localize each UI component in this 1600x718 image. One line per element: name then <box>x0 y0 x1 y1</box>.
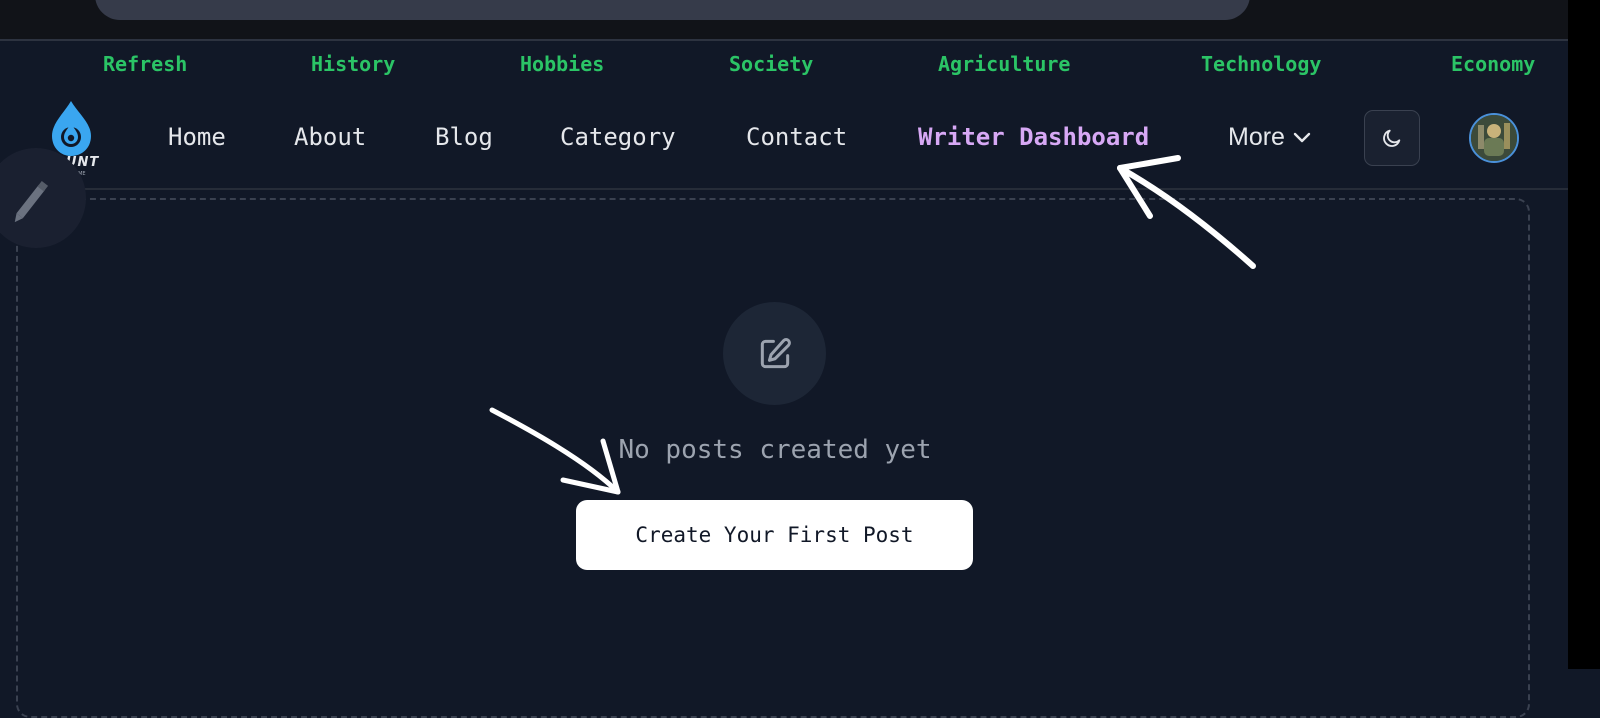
pencil-icon <box>14 180 49 223</box>
empty-state-icon-circle <box>723 302 826 405</box>
moon-icon <box>1383 129 1401 147</box>
category-society[interactable]: Society <box>729 52 813 76</box>
category-agriculture[interactable]: Agriculture <box>938 52 1070 76</box>
category-refresh[interactable]: Refresh <box>103 52 187 76</box>
empty-state-message: No posts created yet <box>618 435 932 465</box>
more-label: More <box>1228 123 1285 151</box>
user-avatar[interactable] <box>1469 113 1519 163</box>
create-first-post-button[interactable]: Create Your First Post <box>576 500 973 570</box>
screen-edge <box>1568 0 1600 669</box>
edit-square-icon <box>760 337 791 368</box>
nav-writer-dashboard[interactable]: Writer Dashboard <box>918 123 1149 151</box>
write-post-fab[interactable] <box>0 148 86 248</box>
nav-divider <box>0 188 1568 190</box>
category-economy[interactable]: Economy <box>1451 52 1535 76</box>
nav-blog[interactable]: Blog <box>435 123 493 151</box>
category-bar: Refresh History Hobbies Society Agricult… <box>0 41 1568 89</box>
nav-home[interactable]: Home <box>168 123 226 151</box>
browser-top-strip <box>0 0 1568 40</box>
nav-about[interactable]: About <box>294 123 366 151</box>
address-bar[interactable] <box>95 0 1250 20</box>
nav-contact[interactable]: Contact <box>746 123 847 151</box>
more-menu-button[interactable]: More <box>1228 123 1311 152</box>
avatar-image <box>1471 115 1517 161</box>
chevron-down-icon <box>1293 132 1311 142</box>
main-navbar: FOUNT BLOG & FLAME Home About Blog Categ… <box>0 89 1568 189</box>
category-technology[interactable]: Technology <box>1201 52 1321 76</box>
category-history[interactable]: History <box>311 52 395 76</box>
nav-category[interactable]: Category <box>560 123 676 151</box>
category-hobbies[interactable]: Hobbies <box>520 52 604 76</box>
theme-toggle-button[interactable] <box>1364 110 1420 166</box>
